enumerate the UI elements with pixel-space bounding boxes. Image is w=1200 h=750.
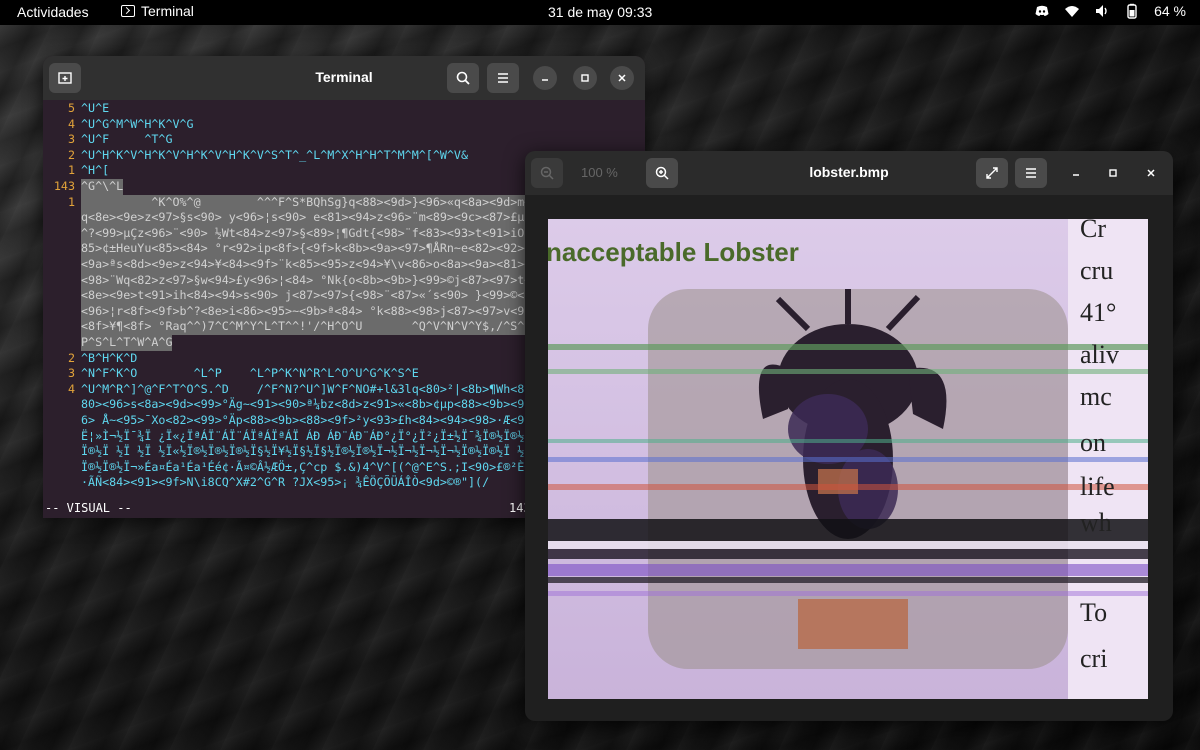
maximize-icon [1109,169,1117,177]
line-number: 2 [67,147,75,162]
image-canvas[interactable]: nacceptable Lobster Cr cru 41° aliv mc on life… [548,219,1148,699]
image-side-word: To [1080,598,1107,627]
menu-icon [1026,168,1036,178]
minimize-icon [1073,174,1079,176]
line-number: 2 [67,350,75,365]
close-icon [1147,169,1155,177]
battery-percentage: 64 % [1154,3,1186,19]
line-text: q<8e><9e>z<97>§s<90> y<96>¦s<90> e<81><9… [81,210,602,226]
image-side-word: wh [1080,508,1112,537]
line-text: Ï®½Ï ½Ï ½Ï ½Ï«½Ï®½Ï®½Ï®½Ï§½Ï¥½Ï§½Ï§½Ï®½Ï… [81,444,553,459]
image-viewer-window[interactable]: 100 % lobster.bmp nacceptable Lobster Cr… [525,151,1173,721]
viewer-header[interactable]: 100 % lobster.bmp [525,151,1173,195]
wifi-icon[interactable] [1064,3,1080,19]
line-text: ^B^H^K^D [81,350,138,365]
terminal-header[interactable]: Terminal [43,56,645,100]
line-text: ^U^G^M^W^H^K^V^G [81,116,194,131]
image-side-word: Cr [1080,219,1106,243]
vim-mode: -- VISUAL -- [45,501,132,515]
terminal-icon [121,5,135,17]
image-side-word: life [1080,472,1115,501]
fullscreen-button[interactable] [976,158,1008,188]
line-text: ^H^[ [81,163,110,178]
activities-button[interactable]: Actividades [17,4,89,20]
image-heading-text: nacceptable Lobster [548,237,799,267]
app-menu[interactable]: Terminal [121,3,194,19]
top-bar: Actividades Terminal 31 de may 09:33 64 … [0,0,1200,25]
line-number: 3 [67,132,75,147]
viewer-menu-button[interactable] [1015,158,1047,188]
lobster-image: nacceptable Lobster Cr cru 41° aliv mc on life… [548,219,1148,699]
line-text: <8f>¥¶<8f> °Raq^^)7^C^M^Y^L^T^^!'/^H^O^U… [81,319,602,335]
battery-icon[interactable] [1124,3,1140,19]
minimize-button[interactable] [533,66,557,90]
image-side-word: cri [1080,644,1107,673]
maximize-icon [581,74,589,82]
line-text: ^N^F^K^O ^L^P ^L^P^K^N^R^L^O^U^G^K^S^E [81,366,419,381]
volume-icon[interactable] [1094,3,1110,19]
menu-icon [498,73,508,83]
line-number: 1 [67,194,75,209]
line-number: 1 [67,163,75,178]
search-button[interactable] [447,63,479,93]
line-text: ^U^E [81,101,110,115]
image-side-word: on [1080,428,1106,457]
line-text: ·ÃÑ<84><91><9f>N\i8CQ^X#2^G^R ?JX<95>¡ ¾… [81,475,490,490]
line-number: 143 [53,179,75,193]
line-number: 3 [67,366,75,381]
search-icon [456,71,470,85]
close-button[interactable] [610,66,634,90]
clock[interactable]: 31 de may 09:33 [548,4,652,20]
viewer-close-button[interactable] [1139,161,1163,185]
line-text: ^U^F ^T^G [81,132,173,147]
image-side-word: 41° [1080,298,1116,327]
line-text: ^G^\^L [81,179,124,195]
discord-icon[interactable] [1034,3,1050,19]
viewer-maximize-button[interactable] [1101,161,1125,185]
line-text: P^S^L^T^W^A^G [81,335,173,351]
viewer-minimize-button[interactable] [1064,161,1088,185]
image-side-word: mc [1080,382,1112,411]
close-icon [618,74,626,82]
maximize-button[interactable] [573,66,597,90]
fullscreen-icon [986,167,998,179]
system-tray[interactable]: 64 % [1034,3,1186,19]
line-number: 5 [67,101,75,115]
image-side-word: cru [1080,256,1113,285]
app-name: Terminal [141,3,194,19]
line-number: 4 [67,116,75,131]
menu-button[interactable] [487,63,519,93]
line-text: ^U^H^K^V^H^K^V^H^K^V^H^K^V^S^T^_^L^M^X^H… [81,147,469,162]
image-side-word: aliv [1080,340,1119,369]
line-number: 4 [67,381,75,396]
line-text: Ë¦»Ì¬½Ï¯¾Ï ¿Ï«¿ÏªÁÏ¨ÁÏ¨ÁÏªÁÏªÁÏ ÁÐ ÁÐ¨ÁÐ… [81,428,588,443]
minimize-icon [542,79,548,81]
